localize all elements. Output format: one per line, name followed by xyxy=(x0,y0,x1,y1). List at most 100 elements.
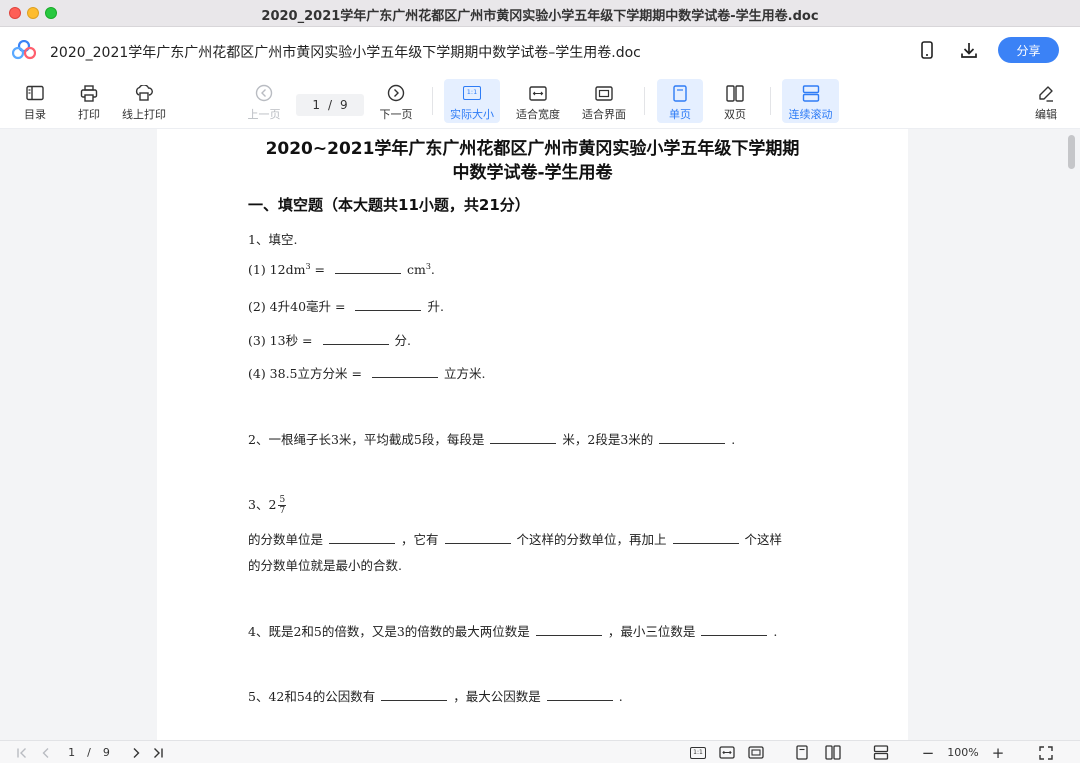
question-4: 4、既是2和5的倍数，又是3的倍数的最大两位数是 ，最小三位数是. xyxy=(248,621,777,640)
next-page-button[interactable]: 下一页 xyxy=(376,79,416,123)
actual-size-button[interactable]: 1:1 实际大小 xyxy=(444,79,500,123)
zoom-level[interactable]: 100% xyxy=(942,745,984,760)
q1-2-unit: 升. xyxy=(427,299,444,314)
fullscreen-icon[interactable] xyxy=(1037,745,1055,760)
question-1: 1、填空. xyxy=(248,232,298,247)
page-number-input[interactable]: 1 / 9 xyxy=(296,94,364,116)
window-title: 2020_2021学年广东广州花都区广州市黄冈实验小学五年级下学期期中数学试卷-… xyxy=(261,9,819,24)
q2-text: 2、一根绳子长3米，平均截成5段，每段是 xyxy=(248,432,485,447)
status-current-page: 1 xyxy=(68,746,76,759)
toolbar-divider xyxy=(644,87,645,115)
answer-blank xyxy=(381,691,448,701)
doc-title-line2: 中数学试卷-学生用卷 xyxy=(452,163,613,183)
print-button[interactable]: 打印 xyxy=(72,79,106,123)
printer-icon xyxy=(80,82,98,104)
q2-end: . xyxy=(731,432,736,447)
single-page-button[interactable]: 单页 xyxy=(657,79,703,123)
toolbar-divider xyxy=(432,87,433,115)
fit-width-button[interactable]: 适合宽度 xyxy=(512,79,564,123)
toc-icon xyxy=(26,82,44,104)
answer-blank xyxy=(490,434,557,444)
status-actual-size-badge: 1:1 xyxy=(690,746,706,759)
fit-page-button[interactable]: 适合界面 xyxy=(578,79,630,123)
answer-blank xyxy=(371,368,438,378)
continuous-scroll-label: 连续滚动 xyxy=(788,108,833,121)
next-page-icon[interactable] xyxy=(128,745,144,760)
answer-blank xyxy=(701,626,768,636)
answer-blank xyxy=(535,626,602,636)
q1-1-eq: = xyxy=(310,262,329,278)
q4-end: . xyxy=(773,624,778,639)
mobile-icon[interactable] xyxy=(916,39,938,61)
share-button[interactable]: 分享 xyxy=(998,37,1059,63)
prev-page-label: 上一页 xyxy=(247,108,281,121)
online-print-button[interactable]: 线上打印 xyxy=(120,79,168,123)
answer-blank xyxy=(444,534,511,544)
page-separator: / xyxy=(327,98,333,112)
zoom-out-button[interactable]: − xyxy=(920,744,936,762)
actual-size-icon: 1:1 xyxy=(463,82,481,104)
fraction-numerator: 5 xyxy=(279,495,286,505)
q4-text: 4、既是2和5的倍数，又是3的倍数的最大两位数是 xyxy=(248,624,530,639)
single-page-icon xyxy=(673,82,687,104)
status-fit-page-icon[interactable] xyxy=(747,745,765,760)
status-single-page-icon[interactable] xyxy=(794,745,810,760)
download-icon[interactable] xyxy=(958,39,980,61)
first-page-icon[interactable] xyxy=(14,745,30,760)
q1-4-text: (4) 38.5立方分米 = xyxy=(248,366,366,381)
status-fit-width-icon[interactable] xyxy=(718,745,736,760)
last-page-icon[interactable] xyxy=(150,745,166,760)
prev-circle-icon xyxy=(255,82,273,104)
document-viewport[interactable]: 2020~2021学年广东广州花都区广州市黄冈实验小学五年级下学期期 中数学试卷… xyxy=(0,129,1080,740)
document-header: 2020_2021学年广东广州花都区广州市黄冈实验小学五年级下学期期中数学试卷–… xyxy=(0,27,1080,73)
print-label: 打印 xyxy=(78,108,100,121)
prev-page-icon[interactable] xyxy=(38,745,54,760)
answer-blank xyxy=(334,264,401,275)
question-1-1: (1) 12dm3 = cm3. xyxy=(248,262,435,277)
status-double-page-icon[interactable] xyxy=(824,745,842,760)
doc-title-line1: 2020~2021学年广东广州花都区广州市黄冈实验小学五年级下学期期 xyxy=(265,139,800,159)
edit-pencil-icon xyxy=(1037,82,1055,104)
total-pages: 9 xyxy=(340,98,348,112)
prev-page-button[interactable]: 上一页 xyxy=(244,79,284,123)
question-1-3: (3) 13秒 = 分. xyxy=(248,330,411,349)
edit-button[interactable]: 编辑 xyxy=(1030,79,1062,123)
q3-text: 3、2 xyxy=(248,497,277,512)
fit-page-label: 适合界面 xyxy=(582,108,626,121)
q3-a: 的分数单位是 xyxy=(248,532,324,547)
continuous-scroll-button[interactable]: 连续滚动 xyxy=(782,79,839,123)
fit-width-icon xyxy=(529,82,547,104)
mixed-fraction: 57 xyxy=(278,495,287,516)
edit-label: 编辑 xyxy=(1035,108,1057,121)
q4-mid: ，最小三位数是 xyxy=(607,624,696,639)
status-actual-size-icon[interactable]: 1:1 xyxy=(688,745,708,760)
vertical-scrollbar[interactable] xyxy=(1068,135,1075,169)
answer-blank xyxy=(322,335,389,345)
toc-button[interactable]: 目录 xyxy=(18,79,52,123)
fit-width-label: 适合宽度 xyxy=(516,108,560,121)
viewer-toolbar: 目录 打印 线上打印 上一页 1 / 9 下一页 1:1 实际大小 适合宽度 适… xyxy=(0,73,1080,129)
q3-d: 个这样 xyxy=(744,532,783,547)
q2-mid: 米，2段是3米的 xyxy=(562,432,654,447)
window-titlebar: 2020_2021学年广东广州花都区广州市黄冈实验小学五年级下学期期中数学试卷-… xyxy=(0,0,1080,27)
q1-2-text: (2) 4升40毫升 = xyxy=(248,299,350,314)
status-continuous-icon[interactable] xyxy=(872,745,890,760)
q5-end: . xyxy=(618,689,623,704)
answer-blank xyxy=(672,534,739,544)
fit-page-icon xyxy=(595,82,613,104)
q5-text: 5、42和54的公因数有 xyxy=(248,689,376,704)
zoom-in-button[interactable]: + xyxy=(990,744,1006,762)
document-title: 2020_2021学年广东广州花都区广州市黄冈实验小学五年级下学期期中数学试卷–… xyxy=(50,45,641,61)
cloud-print-icon xyxy=(134,82,154,104)
continuous-scroll-icon xyxy=(802,82,820,104)
document-page: 2020~2021学年广东广州花都区广州市黄冈实验小学五年级下学期期 中数学试卷… xyxy=(157,129,908,740)
q5-mid: ，最大公因数是 xyxy=(453,689,541,704)
status-bar: 1 / 9 1:1 − 100% + xyxy=(0,740,1080,763)
double-page-label: 双页 xyxy=(724,108,746,121)
double-page-button[interactable]: 双页 xyxy=(714,79,756,123)
question-1-2: (2) 4升40毫升 = 升. xyxy=(248,296,444,315)
question-3-line1: 的分数单位是 ，它有 个这样的分数单位，再加上 个这样 xyxy=(248,529,782,548)
answer-blank xyxy=(355,301,422,311)
q1-1-unit: cm xyxy=(406,262,426,278)
single-page-label: 单页 xyxy=(669,108,691,121)
